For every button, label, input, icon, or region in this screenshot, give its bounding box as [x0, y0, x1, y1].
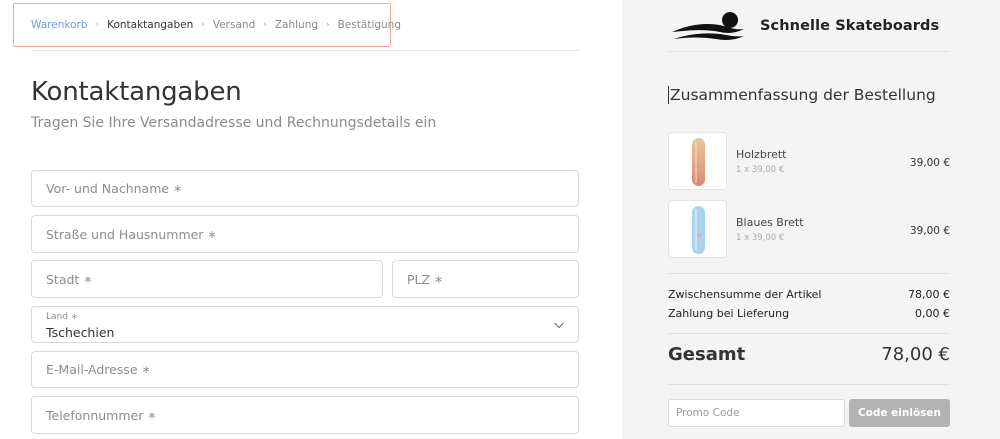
zip-placeholder: PLZ: [407, 271, 431, 287]
breadcrumb-separator: ›: [263, 20, 267, 30]
order-summary-panel: Schnelle Skateboards Zusammenfassung der…: [622, 0, 1000, 439]
divider: [668, 333, 950, 334]
checkout-form-panel: Warenkorb › Kontaktangaben › Versand › Z…: [0, 0, 622, 439]
divider: [668, 273, 950, 274]
country-label: Land ∗: [46, 311, 578, 323]
breadcrumb-item-confirmation: Bestätigung: [337, 19, 401, 31]
breadcrumb-separator: ›: [201, 20, 205, 30]
total-row: Gesamt 78,00 €: [668, 344, 950, 365]
divider: [31, 50, 579, 51]
skateboarder-logo-icon: [672, 12, 744, 40]
redeem-code-button[interactable]: Code einlösen: [849, 399, 950, 427]
required-mark: ∗: [147, 408, 157, 422]
required-mark: ∗: [83, 272, 93, 286]
country-label-text: Land: [46, 312, 68, 322]
item-name: Blaues Brett: [736, 216, 804, 229]
breadcrumb-item-cart[interactable]: Warenkorb: [31, 19, 87, 31]
subtotal-label: Zwischensumme der Artikel: [668, 288, 822, 301]
country-value: Tschechien: [46, 325, 115, 340]
required-mark: ∗: [207, 227, 217, 241]
required-mark: ∗: [434, 272, 444, 286]
required-mark: ∗: [141, 363, 151, 376]
zip-field[interactable]: PLZ ∗: [392, 260, 579, 298]
item-quantity: 1 x 39,00 €: [736, 165, 785, 175]
breadcrumb-separator: ›: [95, 20, 100, 30]
email-placeholder: E-Mail-Adresse: [46, 362, 138, 377]
breadcrumb-separator: ›: [326, 20, 330, 30]
city-placeholder: Stadt: [46, 271, 80, 287]
breadcrumb: Warenkorb › Kontaktangaben › Versand › Z…: [13, 3, 401, 47]
required-mark: ∗: [173, 182, 183, 195]
item-price: 39,00 €: [909, 157, 950, 169]
email-field[interactable]: E-Mail-Adresse ∗: [31, 351, 579, 388]
cart-item: Holzbrett 1 x 39,00 € 39,00 €: [668, 132, 950, 190]
summary-title: Zusammenfassung der Bestellung: [668, 86, 936, 104]
promo-code-placeholder: Promo Code: [676, 407, 740, 419]
brand[interactable]: Schnelle Skateboards: [670, 6, 939, 46]
breadcrumb-item-shipping: Versand: [212, 19, 256, 31]
name-placeholder: Vor- und Nachname: [46, 181, 170, 196]
street-field[interactable]: Straße und Hausnummer ∗: [31, 215, 579, 253]
city-field[interactable]: Stadt ∗: [31, 260, 383, 298]
phone-placeholder: Telefonnummer: [46, 407, 144, 423]
skateboard-deck-image: [692, 138, 705, 186]
chevron-down-icon[interactable]: [553, 319, 565, 331]
product-thumbnail: [668, 132, 727, 190]
street-placeholder: Straße und Hausnummer: [46, 226, 204, 242]
brand-name: Schnelle Skateboards: [760, 18, 940, 34]
country-select[interactable]: Land ∗ Tschechien: [31, 306, 579, 343]
divider: [668, 384, 950, 385]
divider: [668, 51, 950, 52]
product-thumbnail: [668, 200, 727, 258]
promo-code-input[interactable]: Promo Code: [668, 399, 845, 427]
item-price: 39,00 €: [909, 225, 950, 237]
cart-item: Blaues Brett 1 x 39,00 € 39,00 €: [668, 200, 950, 258]
breadcrumb-item-payment: Zahlung: [274, 19, 319, 31]
payment-fee-value: 0,00 €: [915, 307, 950, 320]
name-field[interactable]: Vor- und Nachname ∗: [31, 170, 579, 207]
total-label: Gesamt: [668, 344, 746, 365]
payment-fee-row: Zahlung bei Lieferung 0,00 €: [668, 307, 950, 320]
subtotal-row: Zwischensumme der Artikel 78,00 €: [668, 288, 950, 301]
total-value: 78,00 €: [881, 344, 950, 365]
page-title: Kontaktangaben: [31, 77, 242, 107]
item-name: Holzbrett: [736, 148, 787, 161]
page-subtitle: Tragen Sie Ihre Versandadresse und Rechn…: [31, 115, 437, 131]
payment-fee-label: Zahlung bei Lieferung: [668, 307, 790, 320]
item-quantity: 1 x 39,00 €: [736, 233, 785, 243]
subtotal-value: 78,00 €: [908, 288, 950, 301]
required-mark: ∗: [70, 312, 78, 321]
skateboard-deck-image: [692, 206, 705, 254]
breadcrumb-item-contact: Kontaktangaben: [107, 19, 194, 31]
phone-field[interactable]: Telefonnummer ∗: [31, 396, 579, 434]
